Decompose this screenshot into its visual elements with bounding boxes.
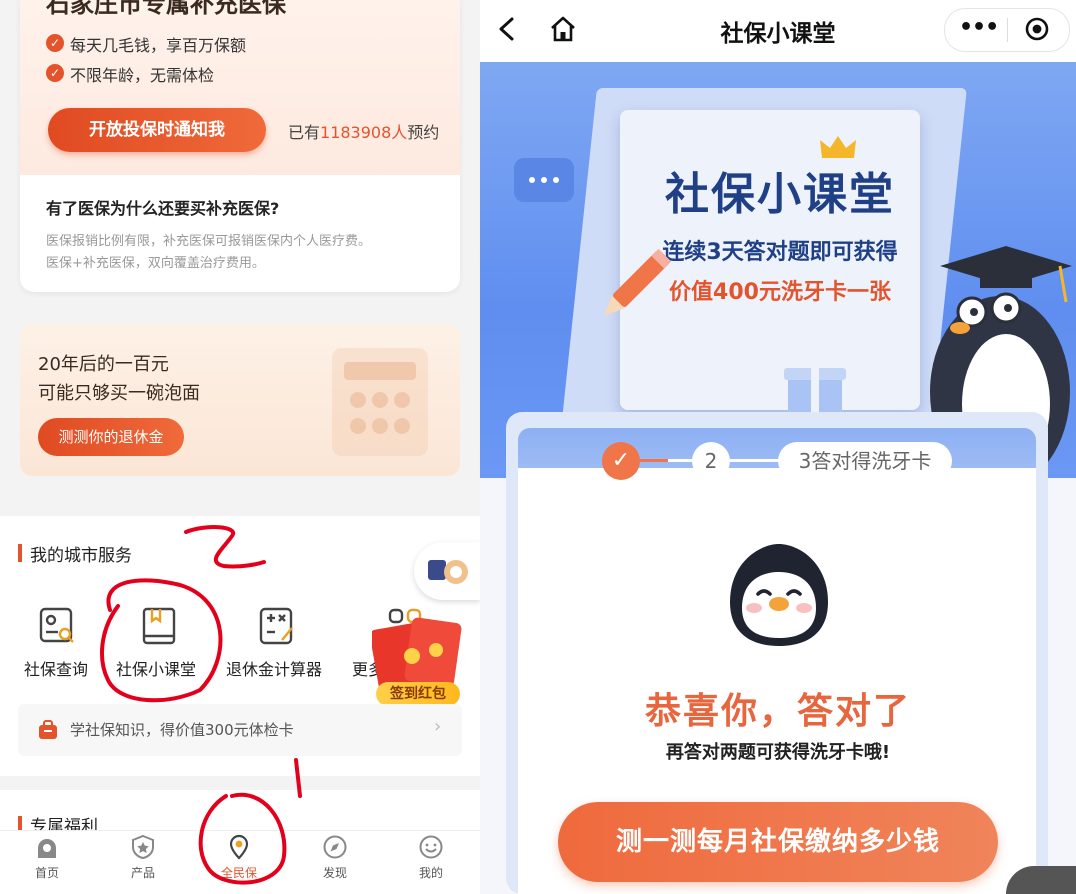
- notify-button[interactable]: 开放投保时通知我: [48, 108, 266, 152]
- reserve-count-text: 已有1183908人预约: [288, 119, 439, 143]
- retirement-card: 20年后的一百元 可能只够买一碗泡面 测测你的退休金: [20, 324, 460, 476]
- congrats-heading: 恭喜你，答对了: [644, 691, 911, 732]
- left-screenshot: 石家庄市专属补充医保 ✓ 每天几毛钱，享百万保额 ✓ 不限年龄，无需体检 开放投…: [0, 0, 480, 894]
- bag-icon: [38, 720, 58, 740]
- city-services-title: 我的城市服务: [30, 546, 132, 566]
- insurance-card: 石家庄市专属补充医保 ✓ 每天几毛钱，享百万保额 ✓ 不限年龄，无需体检 开放投…: [20, 0, 460, 292]
- retirement-line-2: 可能只够买一碗泡面: [38, 383, 200, 404]
- faq-question: 有了医保为什么还要买补充医保?: [46, 199, 280, 218]
- faq-answer: 医保报销比例有限，补充医保可报销医保内个人医疗费。: [46, 234, 372, 249]
- check-icon: ✓: [46, 34, 64, 52]
- tab-home[interactable]: 首页: [12, 834, 82, 881]
- mini-program-nav-bar: 社保小课堂 •••: [480, 0, 1076, 62]
- capsule-divider: [1007, 18, 1008, 42]
- check-icon: ✓: [46, 64, 64, 82]
- banner-title: 社保小课堂: [665, 169, 895, 220]
- book-icon[interactable]: [140, 606, 178, 646]
- section-marker: [18, 544, 22, 562]
- reserve-suffix: 预约: [407, 123, 440, 142]
- service-label-calculator[interactable]: 退休金计算器: [226, 656, 322, 680]
- step-2: 2: [692, 442, 730, 480]
- close-target-icon[interactable]: [1025, 17, 1049, 41]
- more-icon[interactable]: •••: [959, 15, 999, 40]
- floating-service-button[interactable]: [414, 542, 480, 600]
- reserve-count: 1183908人: [320, 123, 408, 142]
- step-connector-done: [640, 459, 668, 462]
- tab-label: 全民保: [220, 866, 257, 880]
- knowledge-tip-text: 学社保知识，得价值300元体检卡: [70, 721, 294, 739]
- tab-mine[interactable]: 我的: [396, 834, 466, 881]
- retirement-line-1: 20年后的一百元: [38, 354, 169, 375]
- chat-bubble-icon: [514, 158, 574, 202]
- retirement-test-button[interactable]: 测测你的退休金: [38, 418, 184, 456]
- insurance-title: 石家庄市专属补充医保: [46, 0, 286, 18]
- calculator-icon[interactable]: [258, 606, 296, 646]
- capsule-menu: •••: [944, 8, 1070, 52]
- right-screenshot: 社保小课堂 ••• 社保小课堂 连续3天答对题即可获得 价值400元洗牙卡一张: [480, 0, 1076, 894]
- faq-answer: 医保+补充医保，双向覆盖治疗费用。: [46, 256, 265, 271]
- step-1-done: ✓: [602, 442, 640, 480]
- tab-label: 首页: [34, 866, 59, 880]
- penguin-face-icon: [730, 544, 828, 646]
- service-label-query[interactable]: 社保查询: [24, 656, 88, 680]
- tab-discover[interactable]: 发现: [300, 834, 370, 881]
- checkin-redpack-label[interactable]: 签到红包: [376, 682, 460, 706]
- compass-icon: [323, 835, 347, 859]
- search-card-icon[interactable]: [38, 606, 76, 646]
- tab-quanminbao[interactable]: 全民保: [204, 834, 274, 881]
- tab-label: 产品: [130, 866, 155, 880]
- congrats-subtext: 再答对两题可获得洗牙卡哦!: [665, 742, 891, 763]
- service-label-classroom[interactable]: 社保小课堂: [116, 656, 196, 680]
- location-pin-icon: [229, 834, 249, 860]
- tab-label: 发现: [322, 866, 347, 880]
- shield-star-icon: [132, 834, 154, 860]
- tab-label: 我的: [418, 866, 443, 880]
- calculator-illustration: [332, 348, 428, 456]
- reserve-prefix: 已有: [288, 123, 321, 142]
- chevron-right-icon: ›: [434, 716, 442, 737]
- step-connector: [730, 459, 778, 462]
- pencil-icon: [604, 248, 672, 316]
- bullet-text: 每天几毛钱，享百万保额: [70, 36, 247, 55]
- smile-icon: [419, 835, 443, 859]
- home-icon: [38, 839, 56, 858]
- tab-products[interactable]: 产品: [108, 834, 178, 881]
- social-security-test-button[interactable]: 测一测每月社保缴纳多少钱: [558, 802, 998, 882]
- step-3-reward: 3答对得洗牙卡: [778, 442, 952, 480]
- bullet-text: 不限年龄，无需体检: [70, 66, 215, 85]
